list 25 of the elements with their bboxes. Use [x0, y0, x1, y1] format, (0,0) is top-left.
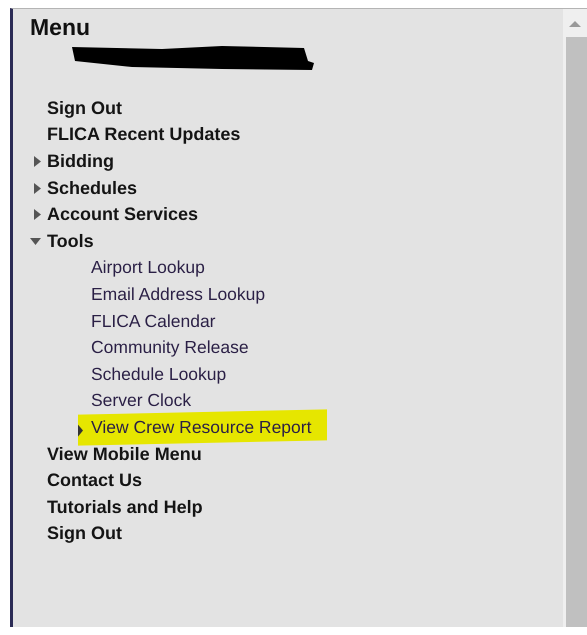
menu-item[interactable]: Sign Out — [47, 98, 122, 119]
collapse-arrow-icon[interactable] — [30, 238, 41, 245]
submenu-item[interactable]: View Crew Resource Report — [78, 409, 328, 446]
menu-item[interactable]: Schedules — [47, 178, 138, 199]
menu-item[interactable]: View Mobile Menu — [47, 444, 202, 465]
scroll-thumb[interactable] — [566, 37, 587, 627]
submenu-item[interactable]: FLICA Calendar — [91, 310, 216, 332]
menu-item[interactable]: Account Services — [47, 204, 198, 226]
menu-item[interactable]: Tutorials and Help — [47, 496, 203, 518]
scrollbar[interactable] — [563, 8, 587, 627]
submenu-item[interactable]: Airport Lookup — [91, 257, 205, 278]
menu-title: Menu — [30, 14, 92, 40]
expand-arrow-icon[interactable] — [34, 209, 41, 220]
menu-item[interactable]: Bidding — [47, 150, 114, 172]
menu-item[interactable]: Sign Out — [47, 523, 122, 544]
menu-item[interactable]: Tools — [47, 230, 94, 252]
expand-arrow-icon[interactable] — [34, 156, 41, 167]
submenu-item[interactable]: Server Clock — [91, 390, 192, 412]
menu-item[interactable]: FLICA Recent Updates — [47, 124, 240, 146]
menu-item[interactable]: Contact Us — [47, 470, 142, 492]
submenu-item[interactable]: Community Release — [91, 337, 249, 358]
expand-arrow-icon[interactable] — [34, 182, 41, 194]
submenu-item[interactable]: Email Address Lookup — [91, 284, 266, 305]
submenu-item[interactable]: Schedule Lookup — [91, 364, 226, 385]
pointer-icon — [78, 424, 83, 436]
